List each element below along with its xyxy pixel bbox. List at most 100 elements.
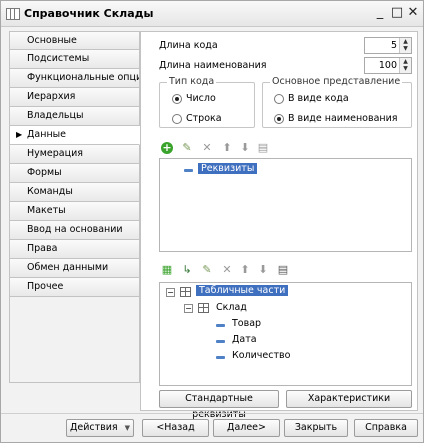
sidebar-item-basic[interactable]: Основные [9, 31, 140, 50]
sidebar-item-subsystems[interactable]: Подсистемы [9, 50, 140, 69]
close-window-button[interactable]: ✕ [406, 5, 420, 20]
sidebar-item-data-exchange[interactable]: Обмен данными [9, 259, 140, 278]
sidebar-item-label: Ввод на основании [27, 224, 123, 235]
sidebar-empty-area [9, 297, 140, 383]
catalog-editor-window: Справочник Склады _ □ ✕ Основные Подсист… [0, 0, 424, 443]
sidebar-item-label: Прочее [27, 281, 64, 292]
footer-bar: Действия ▼ <Назад Далее> Закрыть Справка [1, 413, 423, 442]
sidebar-item-label: Формы [27, 167, 62, 178]
tree-node-label: Количество [232, 350, 291, 361]
tree-node-field[interactable]: Количество [232, 350, 290, 365]
tree-node-label: Дата [232, 334, 257, 345]
sidebar-item-label: Права [27, 243, 58, 254]
move-down-icon[interactable]: ⬇ [239, 142, 251, 154]
help-button[interactable]: Справка [354, 419, 418, 437]
radio-unselected-icon [172, 114, 182, 124]
tree-node-label: Реквизиты [198, 163, 258, 174]
tree-node-tabular-parts[interactable]: Табличные части [196, 285, 289, 300]
close-button[interactable]: Закрыть [284, 419, 348, 437]
table-icon [198, 303, 209, 313]
delete-icon[interactable]: ✕ [201, 142, 213, 154]
tabular-parts-toolbar: ▦ ↳ ✎ ✕ ⬆ ⬇ ▤ [161, 264, 301, 280]
sidebar-item-label: Владельцы [27, 110, 84, 121]
code-type-group: Тип кода Число Строка [159, 76, 255, 128]
tree-node-sklad[interactable]: Склад [216, 302, 247, 317]
back-button[interactable]: <Назад [142, 419, 209, 437]
sidebar-item-functional-options[interactable]: Функциональные опции [9, 69, 140, 88]
add-icon[interactable]: + [161, 142, 173, 154]
main-presentation-group: Основное представление В виде кода В вид… [262, 76, 412, 128]
table-icon [180, 287, 191, 297]
edit-pencil-icon[interactable]: ✎ [201, 264, 213, 276]
actions-label: Действия [69, 422, 118, 433]
properties-icon[interactable]: ▤ [277, 264, 289, 276]
tree-node-field[interactable]: Товар [232, 318, 261, 333]
title-bar: Справочник Склады _ □ ✕ [1, 1, 423, 27]
sidebar-item-templates[interactable]: Макеты [9, 202, 140, 221]
field-icon [216, 340, 225, 343]
sidebar-item-label: Иерархия [27, 91, 76, 102]
spin-arrows-icon[interactable]: ▲ ▼ [399, 38, 411, 53]
sidebar-item-label: Команды [27, 186, 73, 197]
radio-selected-icon [172, 94, 182, 104]
edit-pencil-icon[interactable]: ✎ [181, 142, 193, 154]
move-up-icon[interactable]: ⬆ [221, 142, 233, 154]
sidebar-item-label: Обмен данными [27, 262, 109, 273]
collapse-icon[interactable]: − [166, 288, 175, 297]
code-type-caption: Тип кода [167, 76, 217, 87]
data-settings-panel: Длина кода 5 ▲ ▼ Длина наименования 100 ▲… [140, 31, 418, 420]
window-app-icon [6, 8, 20, 20]
move-down-icon[interactable]: ⬇ [257, 264, 269, 276]
sidebar-item-label: Функциональные опции [27, 72, 140, 83]
code-length-field[interactable]: 5 ▲ ▼ [364, 37, 412, 54]
code-length-value: 5 [390, 40, 397, 51]
sidebar-item-label: Макеты [27, 205, 66, 216]
radio-label: В виде наименования [288, 113, 398, 124]
tree-node-label: Табличные части [196, 285, 289, 296]
radio-label: Число [186, 93, 216, 104]
next-button[interactable]: Далее> [213, 419, 280, 437]
add-table-icon[interactable]: ▦ [161, 264, 173, 276]
sidebar-item-forms[interactable]: Формы [9, 164, 140, 183]
spin-arrows-icon[interactable]: ▲ ▼ [399, 58, 411, 73]
standard-attributes-button[interactable]: Стандартные реквизиты [159, 390, 279, 420]
name-length-value: 100 [378, 60, 397, 71]
dropdown-arrow-icon: ▼ [124, 424, 131, 432]
sidebar-item-input-based-on[interactable]: Ввод на основании [9, 221, 140, 240]
sidebar-item-rights[interactable]: Права [9, 240, 140, 259]
sidebar-item-owners[interactable]: Владельцы [9, 107, 140, 126]
sidebar-item-label: Подсистемы [27, 53, 90, 64]
name-length-field[interactable]: 100 ▲ ▼ [364, 57, 412, 74]
tree-node-field[interactable]: Дата [232, 334, 257, 349]
maximize-button[interactable]: □ [390, 5, 404, 20]
sidebar-item-commands[interactable]: Команды [9, 183, 140, 202]
sidebar-item-hierarchy[interactable]: Иерархия [9, 88, 140, 107]
tree-node-attributes[interactable]: Реквизиты [198, 163, 258, 178]
sidebar-item-label: Нумерация [27, 148, 83, 159]
move-up-icon[interactable]: ⬆ [239, 264, 251, 276]
field-icon [216, 324, 225, 327]
radio-selected-icon [274, 114, 284, 124]
collapse-icon[interactable]: − [184, 304, 193, 313]
sidebar-item-label: Данные [27, 129, 67, 140]
actions-dropdown[interactable]: Действия ▼ [66, 419, 134, 437]
delete-icon[interactable]: ✕ [221, 264, 233, 276]
current-item-marker-icon: ▶ [16, 130, 23, 139]
radio-unselected-icon [274, 94, 284, 104]
code-length-label: Длина кода [159, 40, 218, 51]
radio-label: Строка [186, 113, 222, 124]
tree-node-label: Склад [216, 302, 247, 313]
tabular-parts-tree[interactable]: − Табличные части − Склад Товар Дата Кол… [159, 282, 412, 386]
properties-icon[interactable]: ▤ [257, 142, 269, 154]
attributes-tree[interactable]: Реквизиты [159, 158, 412, 252]
sidebar-item-numbering[interactable]: Нумерация [9, 145, 140, 164]
minimize-button[interactable]: _ [373, 5, 387, 20]
characteristics-button[interactable]: Характеристики [286, 390, 412, 408]
sidebar-item-other[interactable]: Прочее [9, 278, 140, 297]
add-child-icon[interactable]: ↳ [181, 264, 193, 276]
main-presentation-caption: Основное представление [270, 76, 403, 87]
field-icon [216, 356, 225, 359]
sidebar-item-label: Основные [27, 35, 77, 46]
radio-label: В виде кода [288, 93, 349, 104]
sidebar-item-data[interactable]: ▶ Данные [9, 126, 140, 145]
